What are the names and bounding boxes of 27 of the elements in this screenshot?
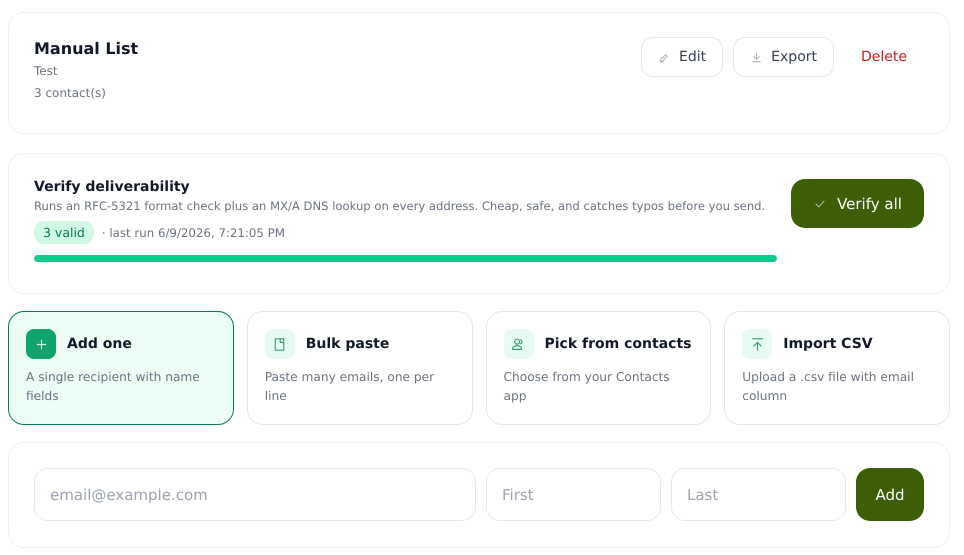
section-description: Runs an RFC-5321 format check plus an MX/A DNS lookup on every address. Cheap, safe, and catches typos before you send. (34, 199, 766, 213)
download-icon (750, 50, 764, 64)
option-card[interactable]: Add one A single recipient with name fields (8, 311, 234, 425)
export-button[interactable]: Export (733, 37, 834, 77)
option-title: Bulk paste (306, 336, 390, 352)
option-description: Upload a .csv file with email column (742, 369, 915, 405)
edit-button[interactable]: Edit (641, 37, 724, 77)
email-field[interactable]: email@example.com (34, 468, 476, 521)
contact-count: 3 contact(s) (34, 86, 107, 100)
list-title: Manual List (34, 39, 138, 58)
option-title: Import CSV (783, 336, 873, 352)
valid-badge: 3 valid (34, 221, 94, 244)
name-field[interactable]: First (486, 468, 661, 521)
option-card[interactable]: Pick from contacts Choose from your Contacts app (486, 311, 712, 425)
verify-all-button[interactable]: Verify all (791, 179, 924, 228)
option-title: Add one (67, 336, 132, 352)
option-description: A single recipient with name fields (26, 369, 201, 405)
option-description: Paste many emails, one per line (264, 369, 436, 405)
section-title: Verify deliverability (34, 179, 191, 195)
add-button[interactable]: Add (856, 468, 924, 521)
option-description: Choose from your Contacts app (504, 369, 671, 405)
last-run-text: · last run 6/9/2026, 7:21:05 PM (102, 226, 285, 240)
option-card[interactable]: Bulk paste Paste many emails, one per line (246, 311, 472, 425)
list-description: Test (34, 64, 59, 78)
option-card[interactable]: Import CSV Upload a .csv file with email column (724, 311, 950, 425)
name-field[interactable]: Last (671, 468, 846, 521)
option-title: Pick from contacts (544, 336, 692, 352)
